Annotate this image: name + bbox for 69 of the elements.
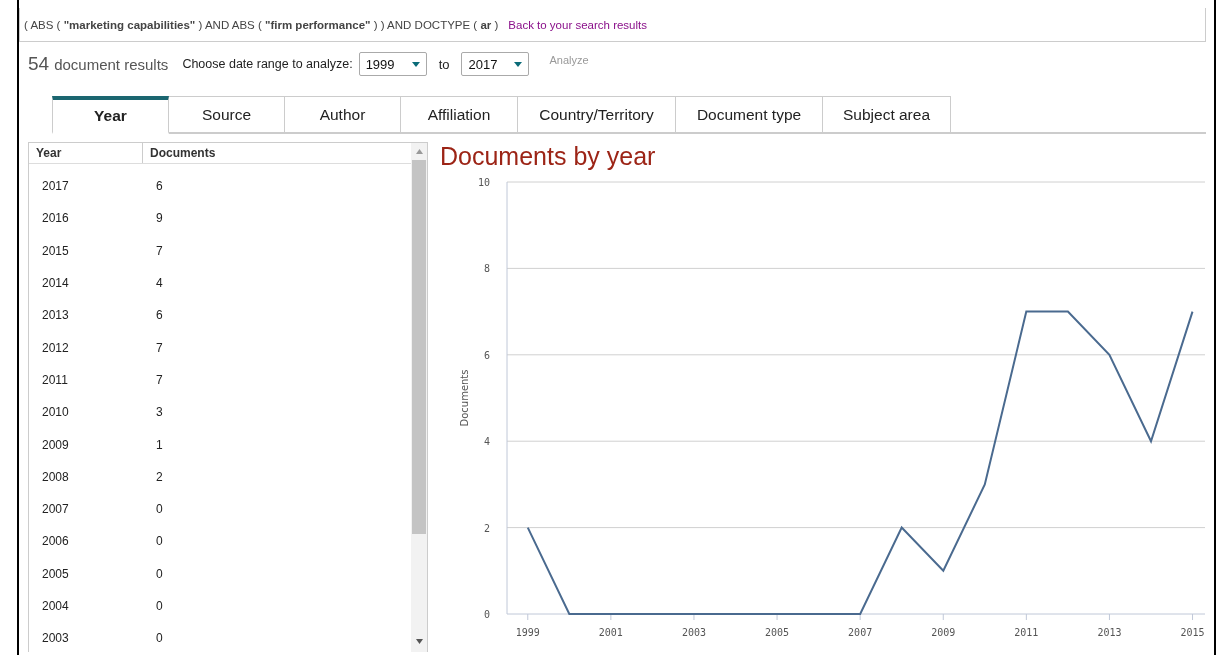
table-cell-text: 0 — [155, 631, 163, 646]
table-cell-text: 7 — [155, 372, 163, 387]
scroll-thumb[interactable] — [412, 160, 426, 534]
to-label: to — [438, 56, 450, 72]
year-dropdown[interactable]: 2017 — [461, 52, 530, 76]
table-cell-text: 9 — [155, 211, 163, 226]
table-cell-text: 2012 — [41, 340, 70, 355]
table-cell-text: 2015 — [41, 243, 70, 258]
table-cell-text: 2013 — [41, 308, 70, 323]
tab[interactable]: Country/Territory — [518, 96, 676, 134]
y-tick-label: 4 — [483, 436, 490, 448]
year-dropdown[interactable]: 1999 — [358, 52, 427, 76]
tab[interactable]: Document type — [676, 96, 823, 134]
table-cell-text: 2017 — [41, 179, 70, 194]
table-cell-text: 0 — [155, 534, 163, 549]
column-header[interactable]: Year — [29, 143, 143, 163]
table-cell-text: 2009 — [41, 437, 70, 452]
back-link[interactable]: Back to your search results — [508, 18, 647, 31]
table-cell-text: 2011 — [41, 372, 69, 387]
scroll-down-icon — [415, 639, 423, 644]
x-tick-label: 2003 — [681, 627, 706, 638]
table-cell-text: 0 — [155, 502, 163, 517]
x-tick-label: 2007 — [848, 627, 873, 638]
caret-icon — [514, 61, 523, 67]
table-cell-text: 7 — [155, 243, 163, 258]
table-cell-text: 2016 — [41, 211, 70, 226]
y-tick-label: 6 — [483, 349, 490, 361]
tab[interactable]: Affiliation — [401, 96, 518, 134]
x-tick-label: 2005 — [765, 627, 790, 638]
range-label: Choose date range to analyze: — [182, 57, 353, 71]
tab[interactable]: Author — [285, 96, 401, 134]
y-tick-label: 0 — [483, 609, 490, 620]
chart-title: Documents by year — [440, 142, 657, 172]
table-cell-text: 2008 — [41, 469, 70, 484]
table-cell-text: 6 — [155, 179, 163, 194]
y-tick-label: 10 — [477, 177, 490, 188]
table-cell-text: 2003 — [41, 631, 70, 646]
axis-title: Documents — [459, 369, 470, 427]
table-cell-text: 3 — [155, 405, 163, 420]
table-cell-text: 6 — [155, 308, 163, 323]
table-cell-text: 2007 — [41, 502, 70, 517]
column-header[interactable]: Documents — [143, 143, 223, 163]
x-tick-label: 2015 — [1180, 627, 1205, 638]
scrollbar[interactable] — [411, 143, 427, 652]
table-cell-text: 1 — [155, 437, 163, 452]
caret-icon — [411, 61, 420, 67]
x-tick-label: 2009 — [931, 627, 956, 638]
table-cell-text: 2010 — [41, 405, 70, 420]
table-cell-text: 2 — [155, 469, 163, 484]
y-tick-label: 2 — [483, 522, 490, 534]
x-tick-label: 2011 — [1014, 627, 1039, 638]
result-count: 54 — [28, 53, 50, 75]
results-label: document results — [54, 55, 169, 73]
x-tick-label: 1999 — [515, 627, 540, 638]
x-tick-label: 2013 — [1097, 627, 1122, 638]
table-cell-text: 4 — [155, 276, 163, 291]
query-text: ( ABS ( "marketing capabilities" ) AND ABS ( "firm performance" ) ) AND DOCTYPE ( ar ) — [24, 18, 499, 31]
table-cell-text: 2005 — [41, 566, 70, 581]
table-cell-text: 2014 — [41, 276, 70, 291]
tab[interactable]: Subject area — [823, 96, 951, 134]
table-cell-text: 2006 — [41, 534, 70, 549]
table-cell-text: 7 — [155, 340, 163, 355]
tab[interactable]: Source — [169, 96, 285, 134]
table-cell-text: 2004 — [41, 599, 70, 613]
scroll-up-icon — [415, 149, 423, 154]
table-cell-text: 0 — [155, 599, 163, 613]
x-tick-label: 2001 — [598, 627, 623, 638]
table-cell-text: 0 — [155, 566, 163, 581]
y-tick-label: 8 — [483, 263, 490, 275]
